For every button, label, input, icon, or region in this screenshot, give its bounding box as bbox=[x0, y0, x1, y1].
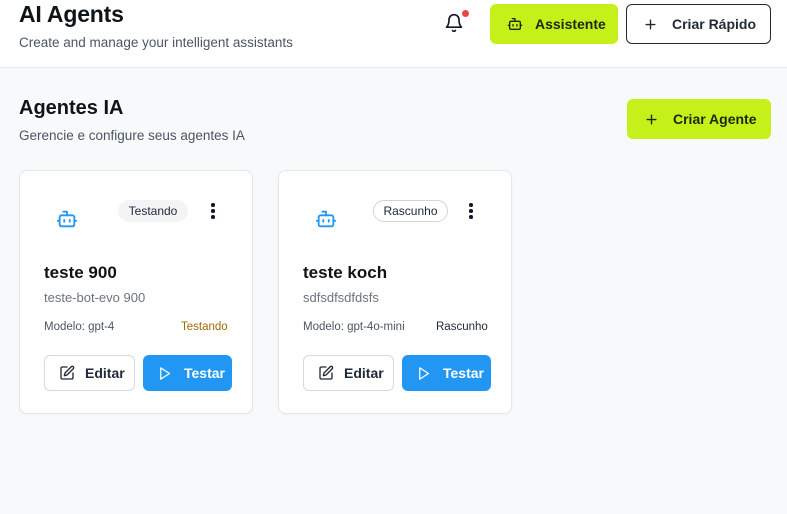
test-button-label: Testar bbox=[184, 365, 225, 381]
app-subtitle: Create and manage your intelligent assis… bbox=[19, 35, 293, 50]
assistant-button-label: Assistente bbox=[535, 16, 606, 32]
top-header: AI Agents Create and manage your intelli… bbox=[0, 0, 787, 68]
create-agent-label: Criar Agente bbox=[673, 111, 757, 127]
agent-name: teste 900 bbox=[44, 263, 117, 282]
agent-description: teste-bot-evo 900 bbox=[44, 290, 146, 305]
agent-status: Testando bbox=[181, 321, 228, 333]
kebab-menu-icon[interactable] bbox=[208, 202, 218, 220]
edit-icon bbox=[319, 365, 334, 380]
agent-name: teste koch bbox=[303, 263, 388, 282]
section-subtitle: Gerencie e configure seus agentes IA bbox=[19, 128, 245, 143]
agent-card: Rascunho teste koch sdfsdfsdfdsfs Modelo… bbox=[278, 170, 512, 414]
edit-button[interactable]: Editar bbox=[303, 355, 394, 391]
app-title: AI Agents bbox=[19, 1, 124, 27]
edit-button-label: Editar bbox=[344, 365, 384, 381]
assistant-button[interactable]: Assistente bbox=[490, 4, 618, 44]
agent-status: Rascunho bbox=[436, 321, 488, 333]
plus-icon bbox=[646, 113, 657, 125]
edit-button[interactable]: Editar bbox=[44, 355, 135, 391]
bot-icon bbox=[56, 210, 78, 228]
play-icon bbox=[419, 366, 430, 380]
notification-dot bbox=[462, 10, 469, 17]
plus-icon bbox=[645, 18, 656, 30]
test-button-label: Testar bbox=[443, 365, 484, 381]
status-badge: Rascunho bbox=[373, 200, 448, 222]
bell-icon[interactable] bbox=[444, 13, 464, 33]
agent-model: Modelo: gpt-4o-mini bbox=[303, 321, 405, 333]
agent-model: Modelo: gpt-4 bbox=[44, 321, 115, 333]
test-button[interactable]: Testar bbox=[143, 355, 232, 391]
play-icon bbox=[160, 366, 171, 380]
test-button[interactable]: Testar bbox=[402, 355, 491, 391]
kebab-menu-icon[interactable] bbox=[466, 202, 476, 220]
bot-icon bbox=[507, 18, 523, 30]
quick-create-label: Criar Rápido bbox=[672, 16, 757, 32]
bot-icon bbox=[315, 210, 337, 228]
edit-icon bbox=[60, 365, 75, 380]
edit-button-label: Editar bbox=[85, 365, 125, 381]
section-title: Agentes IA bbox=[19, 97, 124, 119]
create-agent-button[interactable]: Criar Agente bbox=[627, 99, 771, 139]
quick-create-button[interactable]: Criar Rápido bbox=[626, 4, 771, 44]
agent-description: sdfsdfsdfdsfs bbox=[303, 290, 379, 305]
agent-card: Testando teste 900 teste-bot-evo 900 Mod… bbox=[19, 170, 253, 414]
status-badge: Testando bbox=[118, 200, 188, 222]
